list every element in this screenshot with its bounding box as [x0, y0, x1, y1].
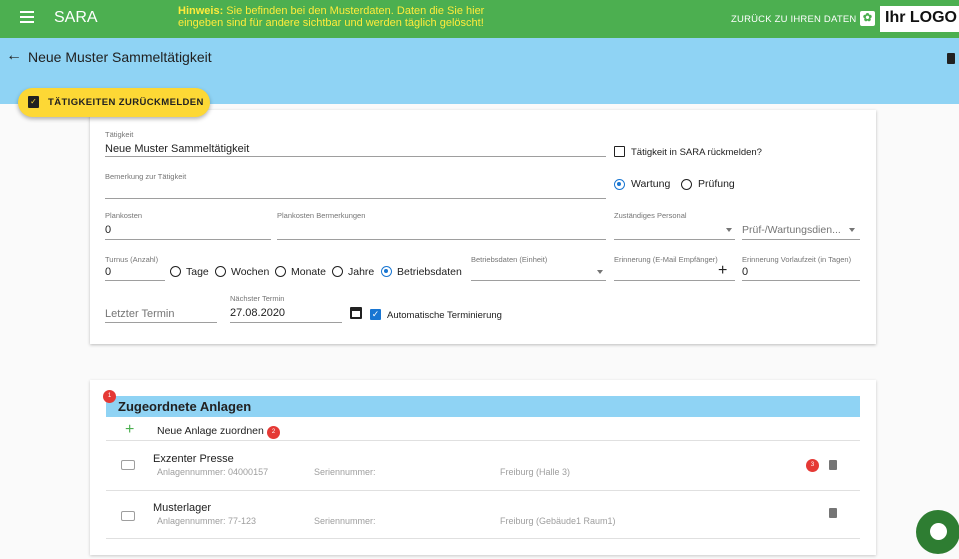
asset-number: Anlagennummer: 04000157 — [157, 467, 269, 477]
personal-dropdown-icon[interactable] — [726, 228, 732, 232]
betriebsdaten-dropdown-icon[interactable] — [597, 270, 603, 274]
taetigkeit-input[interactable]: Neue Muster Sammeltätigkeit — [105, 143, 249, 155]
plankosten-bem-input[interactable] — [277, 239, 606, 240]
clipboard-check-icon: ✓ — [28, 96, 39, 108]
personal-select[interactable] — [614, 239, 735, 240]
taetigkeit-label: Tätigkeit — [105, 130, 134, 139]
sara-report-checkbox[interactable] — [614, 146, 625, 157]
app-name: SARA — [54, 9, 98, 26]
auto-termin-checkbox[interactable]: ✓ — [370, 309, 381, 320]
delete-icon[interactable] — [947, 53, 955, 64]
turnus-underline — [105, 280, 165, 281]
jahre-label: Jahre — [348, 266, 375, 278]
hint-text: Sie befinden bei den Musterdaten. Daten … — [178, 5, 485, 29]
asset-icon — [121, 460, 135, 470]
erinnerung-label: Erinnerung (E-Mail Empfänger) — [614, 255, 718, 264]
asset-serial: Seriennummer: — [314, 467, 376, 477]
right-margin — [878, 104, 959, 559]
asset-location: Freiburg (Halle 3) — [500, 467, 571, 477]
jahre-radio[interactable] — [332, 266, 343, 277]
personal-label: Zuständiges Personal — [614, 211, 687, 220]
wartung-label: Wartung — [631, 178, 671, 190]
bemerkung-label: Bemerkung zur Tätigkeit — [105, 172, 187, 181]
logo: Ihr LOGO — [880, 6, 959, 32]
turnus-input[interactable]: 0 — [105, 266, 111, 278]
plankosten-bem-label: Plankosten Bermerkungen — [277, 211, 366, 220]
vorlaufzeit-input[interactable]: 0 — [742, 266, 748, 278]
vorlaufzeit-label: Erinnerung Vorlaufzeit (in Tagen) — [742, 255, 852, 264]
assets-section-header: Zugeordnete Anlagen — [106, 396, 860, 417]
delete-asset-icon[interactable] — [829, 460, 837, 470]
help-badge-1[interactable]: 1 — [103, 390, 116, 403]
chat-button[interactable] — [916, 510, 959, 554]
letzter-termin-input[interactable]: Letzter Termin — [105, 308, 175, 320]
list-divider — [106, 490, 860, 491]
bemerkung-input[interactable] — [105, 198, 606, 199]
report-button-label: TÄTIGKEITEN ZURÜCKMELDEN — [48, 97, 204, 108]
tage-label: Tage — [186, 266, 209, 278]
betriebsdaten-einheit-label: Betriebsdaten (Einheit) — [471, 255, 548, 264]
demo-hint: Hinweis: Sie befinden bei den Musterdate… — [178, 5, 508, 29]
naechster-termin-label: Nächster Termin — [230, 294, 285, 303]
vorlaufzeit-underline — [742, 280, 860, 281]
tage-radio[interactable] — [170, 266, 181, 277]
top-app-bar: SARA Hinweis: Sie befinden bei den Muste… — [0, 0, 959, 38]
taetigkeit-underline — [105, 156, 606, 157]
asset-location: Freiburg (Gebäude1 Raum1) — [500, 516, 616, 526]
turnus-label: Turnus (Anzahl) — [105, 255, 159, 264]
assets-section-title: Zugeordnete Anlagen — [118, 399, 252, 414]
asset-name[interactable]: Musterlager — [153, 502, 211, 514]
delete-asset-icon[interactable] — [829, 508, 837, 518]
help-badge-2[interactable]: 2 — [267, 426, 280, 439]
sara-report-label: Tätigkeit in SARA rückmelden? — [631, 147, 762, 158]
gear-icon[interactable]: ✿ — [860, 11, 875, 26]
dienstleister-select[interactable] — [742, 239, 860, 240]
wochen-label: Wochen — [231, 266, 270, 278]
erinnerung-input[interactable] — [614, 280, 735, 281]
letzter-termin-underline — [105, 322, 217, 323]
asset-number: Anlagennummer: 77-123 — [157, 516, 257, 526]
plankosten-underline — [105, 239, 271, 240]
asset-icon — [121, 511, 135, 521]
menu-icon[interactable] — [20, 11, 34, 23]
naechster-termin-input[interactable]: 27.08.2020 — [230, 307, 285, 319]
betriebsdaten-einheit-select[interactable] — [471, 280, 606, 281]
chat-bubble-icon — [930, 523, 947, 540]
betriebsdaten-radio[interactable] — [381, 266, 392, 277]
plankosten-input[interactable]: 0 — [105, 224, 111, 236]
dienstleister-placeholder: Prüf-/Wartungsdien... — [742, 224, 841, 236]
naechster-termin-underline — [230, 322, 342, 323]
dienstleister-dropdown-icon[interactable] — [849, 228, 855, 232]
pruefung-radio[interactable] — [681, 179, 692, 190]
pruefung-label: Prüfung — [698, 178, 735, 190]
auto-termin-label: Automatische Terminierung — [387, 310, 502, 321]
add-recipient-icon[interactable]: + — [718, 262, 727, 280]
monate-radio[interactable] — [275, 266, 286, 277]
asset-serial: Seriennummer: — [314, 516, 376, 526]
list-divider — [106, 440, 860, 441]
back-arrow-icon[interactable]: ← — [6, 47, 22, 65]
list-divider — [106, 538, 860, 539]
report-activities-button[interactable]: ✓ TÄTIGKEITEN ZURÜCKMELDEN — [18, 88, 210, 117]
calendar-icon[interactable] — [350, 307, 362, 319]
monate-label: Monate — [291, 266, 327, 278]
page-title: Neue Muster Sammeltätigkeit — [28, 49, 212, 65]
help-badge-3[interactable]: 3 — [806, 459, 819, 472]
add-asset-icon[interactable]: + — [125, 421, 134, 439]
asset-name[interactable]: Exzenter Presse — [153, 453, 234, 465]
wartung-radio[interactable] — [614, 179, 625, 190]
plankosten-label: Plankosten — [105, 211, 143, 220]
add-asset-button[interactable]: Neue Anlage zuordnen — [157, 425, 264, 437]
back-to-data-link[interactable]: ZURÜCK ZU IHREN DATEN — [731, 14, 856, 25]
hint-bold: Hinweis: — [178, 5, 224, 17]
betriebsdaten-label: Betriebsdaten — [397, 266, 462, 278]
wochen-radio[interactable] — [215, 266, 226, 277]
